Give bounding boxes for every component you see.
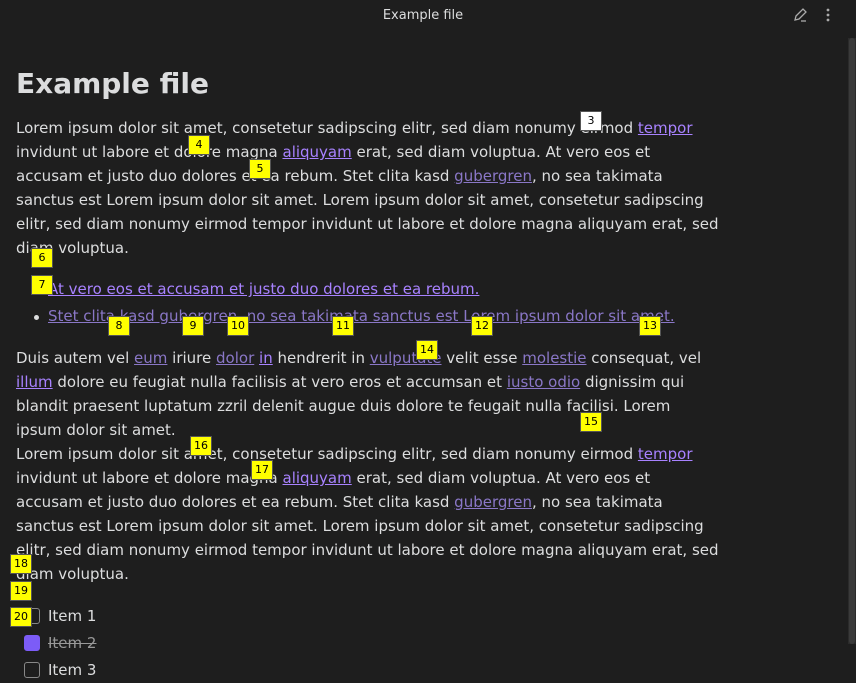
annotation-badge: 10 — [227, 316, 249, 336]
annotation-badge: 5 — [249, 159, 271, 179]
unresolved-link[interactable]: iusto odio — [507, 373, 580, 391]
text: consequat, vel — [586, 349, 702, 367]
task-label: Item 1 — [48, 606, 97, 625]
text: Lorem ipsum dolor sit amet, consetetur s… — [16, 445, 638, 463]
paragraph-1: Lorem ipsum dolor sit amet, consetetur s… — [16, 116, 720, 260]
text: dolore eu feugiat nulla facilisis at ver… — [52, 373, 507, 391]
task-checkbox-checked[interactable] — [24, 635, 40, 651]
annotation-badge: 20 — [10, 607, 32, 627]
internal-link[interactable]: aliquyam — [283, 469, 352, 487]
internal-link[interactable]: illum — [16, 373, 53, 391]
text: invidunt ut labore et dolore magna — [16, 143, 283, 161]
annotation-badge: 12 — [471, 316, 493, 336]
more-options-icon[interactable] — [818, 5, 838, 25]
scrollbar[interactable] — [848, 38, 856, 644]
internal-link[interactable]: aliquyam — [283, 143, 352, 161]
text: iriure — [167, 349, 217, 367]
scroll-thumb[interactable] — [849, 38, 855, 644]
top-actions — [790, 5, 838, 25]
title-bar: Example file — [0, 0, 846, 30]
text: hendrerit in — [272, 349, 370, 367]
annotation-badge: 9 — [182, 316, 204, 336]
internal-link[interactable]: tempor — [638, 119, 693, 137]
unresolved-link[interactable]: gubergren — [454, 493, 532, 511]
page-title: Example file — [16, 67, 209, 100]
annotation-badge: 15 — [580, 412, 602, 432]
unresolved-link[interactable]: dolor — [216, 349, 254, 367]
unresolved-link[interactable]: eum — [134, 349, 167, 367]
task-label: Item 3 — [48, 660, 97, 679]
text: Duis autem vel — [16, 349, 135, 367]
task-item: Item 2 — [16, 629, 720, 656]
annotation-badge: 8 — [108, 316, 130, 336]
unresolved-link[interactable]: molestie — [522, 349, 586, 367]
annotation-badge: 7 — [31, 275, 53, 295]
text: invidunt ut labore et dolore magna — [16, 469, 283, 487]
internal-link[interactable]: in — [259, 349, 273, 367]
annotation-badge: 18 — [10, 554, 32, 574]
paragraph-3: Lorem ipsum dolor sit amet, consetetur s… — [16, 442, 720, 586]
task-label: Item 2 — [48, 633, 97, 652]
internal-link[interactable]: At vero eos et accusam et justo duo dolo… — [48, 280, 479, 298]
note-content: Example file Lorem ipsum dolor sit amet,… — [16, 64, 720, 683]
annotation-badge: 14 — [416, 340, 438, 360]
annotation-badge: 16 — [190, 436, 212, 456]
edit-pencil-icon[interactable] — [790, 5, 810, 25]
annotation-badge: 19 — [10, 581, 32, 601]
task-list: Item 1 Item 2 Item 3 — [16, 602, 720, 683]
annotation-badge: 3 — [580, 111, 602, 131]
unresolved-link[interactable]: gubergren — [454, 167, 532, 185]
text: Lorem ipsum dolor sit amet, consetetur s… — [16, 119, 638, 137]
annotation-badge: 17 — [251, 460, 273, 480]
window-title: Example file — [382, 7, 464, 23]
list-item: Stet clita kasd gubergren, no sea takima… — [34, 303, 720, 330]
annotation-badge: 6 — [31, 248, 53, 268]
list-item: At vero eos et accusam et justo duo dolo… — [34, 276, 720, 303]
task-item: Item 1 — [16, 602, 720, 629]
task-checkbox[interactable] — [24, 662, 40, 678]
annotation-badge: 4 — [188, 135, 210, 155]
annotation-badge: 11 — [332, 316, 354, 336]
internal-link[interactable]: tempor — [638, 445, 693, 463]
unresolved-link[interactable]: Stet clita kasd gubergren, no sea takima… — [48, 307, 675, 325]
text: velit esse — [441, 349, 523, 367]
annotation-badge: 13 — [639, 316, 661, 336]
task-item: Item 3 — [16, 656, 720, 683]
paragraph-2: Duis autem vel eum iriure dolor in hendr… — [16, 346, 720, 442]
